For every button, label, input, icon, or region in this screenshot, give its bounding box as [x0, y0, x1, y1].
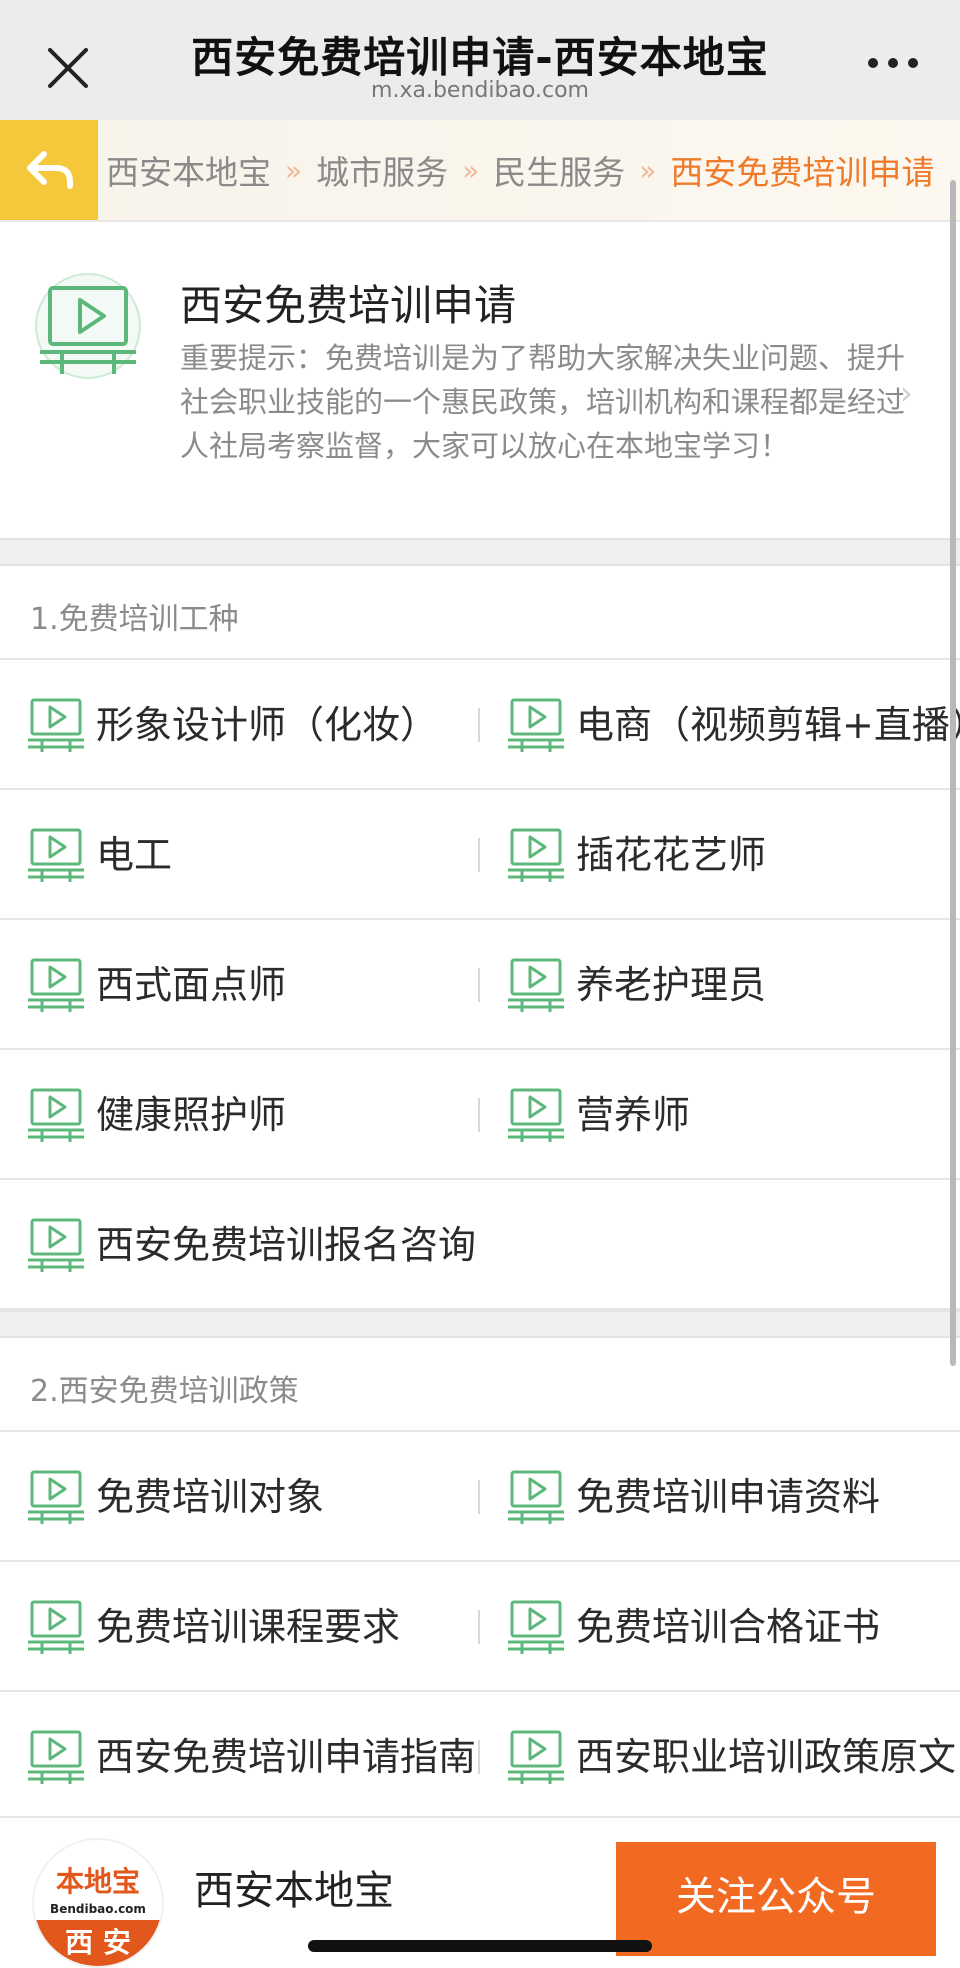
grid-row: 健康照护师 营养师: [0, 1050, 960, 1180]
page-title: 西安免费培训申请-西安本地宝: [191, 33, 769, 82]
column-divider: [478, 1740, 480, 1774]
logo-text-bottom: 西 安: [34, 1920, 162, 1966]
list-item-label: 形象设计师（化妆）: [96, 703, 439, 747]
list-item-label: 免费培训合格证书: [576, 1605, 881, 1649]
list-item[interactable]: 西安免费培训报名咨询: [0, 1180, 480, 1308]
list-item[interactable]: 插花花艺师: [480, 790, 960, 918]
close-icon[interactable]: [40, 40, 96, 96]
video-course-icon: [508, 1728, 564, 1784]
video-course-icon: [28, 1728, 84, 1784]
page-url: m.xa.bendibao.com: [371, 78, 589, 103]
breadcrumb-item-home[interactable]: 西安本地宝: [106, 146, 271, 194]
video-course-icon: [508, 696, 564, 752]
breadcrumb-separator: »: [462, 153, 480, 187]
video-course-icon: [28, 1086, 84, 1142]
list-item[interactable]: 西安免费培训申请指南: [0, 1692, 480, 1820]
list-item[interactable]: 电商（视频剪辑+直播）: [480, 660, 960, 788]
list-item[interactable]: 西安职业培训政策原文: [480, 1692, 960, 1820]
more-dots-icon[interactable]: [868, 58, 918, 74]
column-divider: [478, 1098, 480, 1132]
column-divider: [478, 1480, 480, 1514]
list-item-label: 西安职业培训政策原文: [576, 1735, 957, 1779]
breadcrumb-bar: 西安本地宝 » 城市服务 » 民生服务 » 西安免费培训申请: [0, 120, 960, 222]
list-item[interactable]: 营养师: [480, 1050, 960, 1178]
video-course-icon: [28, 826, 84, 882]
breadcrumb-item-livelihood[interactable]: 民生服务: [493, 146, 625, 194]
list-item-label: 养老护理员: [576, 963, 767, 1007]
bendibao-logo: 本地宝 Bendibao.com 西 安: [32, 1838, 164, 1968]
breadcrumb-separator: »: [639, 153, 657, 187]
list-item[interactable]: 形象设计师（化妆）: [0, 660, 480, 788]
grid-row: 免费培训课程要求 免费培训合格证书: [0, 1562, 960, 1692]
grid-row: 西安免费培训报名咨询: [0, 1180, 960, 1310]
logo-text-mid: Bendibao.com: [50, 1902, 146, 1916]
list-item[interactable]: 免费培训课程要求: [0, 1562, 480, 1690]
grid-row: 西式面点师 养老护理员: [0, 920, 960, 1050]
list-item[interactable]: 西式面点师: [0, 920, 480, 1048]
grid-row: 形象设计师（化妆） 电商（视频剪辑+直播）: [0, 660, 960, 790]
list-item[interactable]: 养老护理员: [480, 920, 960, 1048]
logo-text-top: 本地宝: [55, 1865, 140, 1898]
grid-row: 电工 插花花艺师: [0, 790, 960, 920]
breadcrumb-item-city-service[interactable]: 城市服务: [316, 146, 448, 194]
section-heading-text: 2.西安免费培训政策: [30, 1374, 299, 1409]
list-item[interactable]: 电工: [0, 790, 480, 918]
column-divider: [478, 1610, 480, 1644]
list-item-label: 免费培训申请资料: [576, 1475, 881, 1519]
home-indicator: [308, 1940, 652, 1952]
column-divider: [478, 708, 480, 742]
list-item-label: 免费培训对象: [96, 1475, 325, 1519]
list-item-label: 免费培训课程要求: [96, 1605, 401, 1649]
list-item-label: 西安免费培训申请指南: [96, 1735, 477, 1779]
back-arrow-icon[interactable]: [0, 120, 98, 220]
video-course-icon: [28, 1598, 84, 1654]
follow-button[interactable]: 关注公众号: [616, 1842, 936, 1956]
breadcrumb-separator: »: [285, 153, 303, 187]
section-heading-text: 1.免费培训工种: [30, 602, 239, 637]
intro-card[interactable]: 西安免费培训申请 重要提示：免费培训是为了帮助大家解决失业问题、提升社会职业技能…: [0, 224, 960, 540]
section-gap: [0, 538, 960, 566]
video-course-icon: [28, 696, 84, 752]
video-course-icon: [28, 956, 84, 1012]
list-item-label: 电商（视频剪辑+直播）: [576, 703, 960, 747]
column-divider: [478, 838, 480, 872]
list-item-label: 电工: [96, 833, 173, 877]
video-course-icon: [28, 1468, 84, 1524]
list-item-label: 营养师: [576, 1093, 691, 1137]
grid-row: 免费培训对象 免费培训申请资料: [0, 1432, 960, 1562]
video-course-icon: [508, 826, 564, 882]
footer-follow-bar: 本地宝 Bendibao.com 西 安 西安本地宝 关注公众号: [0, 1816, 960, 1968]
scrollbar[interactable]: [950, 180, 956, 1366]
section-heading-1: 1.免费培训工种: [0, 566, 960, 660]
column-divider: [478, 968, 480, 1002]
video-course-icon: [508, 1086, 564, 1142]
list-item-label: 西式面点师: [96, 963, 287, 1007]
list-item[interactable]: 免费培训合格证书: [480, 1562, 960, 1690]
list-item[interactable]: 免费培训申请资料: [480, 1432, 960, 1560]
account-name: 西安本地宝: [194, 1868, 394, 1914]
video-course-icon: [508, 1598, 564, 1654]
section-gap: [0, 1310, 960, 1338]
list-item[interactable]: 健康照护师: [0, 1050, 480, 1178]
video-course-icon: [32, 270, 144, 382]
list-item-label: 西安免费培训报名咨询: [96, 1223, 477, 1267]
list-item[interactable]: 免费培训对象: [0, 1432, 480, 1560]
video-course-icon: [508, 956, 564, 1012]
intro-text: 重要提示：免费培训是为了帮助大家解决失业问题、提升社会职业技能的一个惠民政策，培…: [180, 341, 906, 463]
intro-title: 西安免费培训申请: [180, 281, 517, 330]
list-item-label: 插花花艺师: [576, 833, 767, 877]
breadcrumb: 西安本地宝 » 城市服务 » 民生服务 » 西安免费培训申请: [106, 120, 934, 220]
section-heading-2: 2.西安免费培训政策: [0, 1338, 960, 1432]
breadcrumb-item-current: 西安免费培训申请: [670, 153, 935, 192]
video-course-icon: [28, 1216, 84, 1272]
grid-row: 西安免费培训申请指南 西安职业培训政策原文: [0, 1692, 960, 1822]
chevron-right-icon: ›: [900, 374, 913, 412]
list-item-label: 健康照护师: [96, 1093, 287, 1137]
top-bar: 西安免费培训申请-西安本地宝 m.xa.bendibao.com: [0, 0, 960, 120]
video-course-icon: [508, 1468, 564, 1524]
